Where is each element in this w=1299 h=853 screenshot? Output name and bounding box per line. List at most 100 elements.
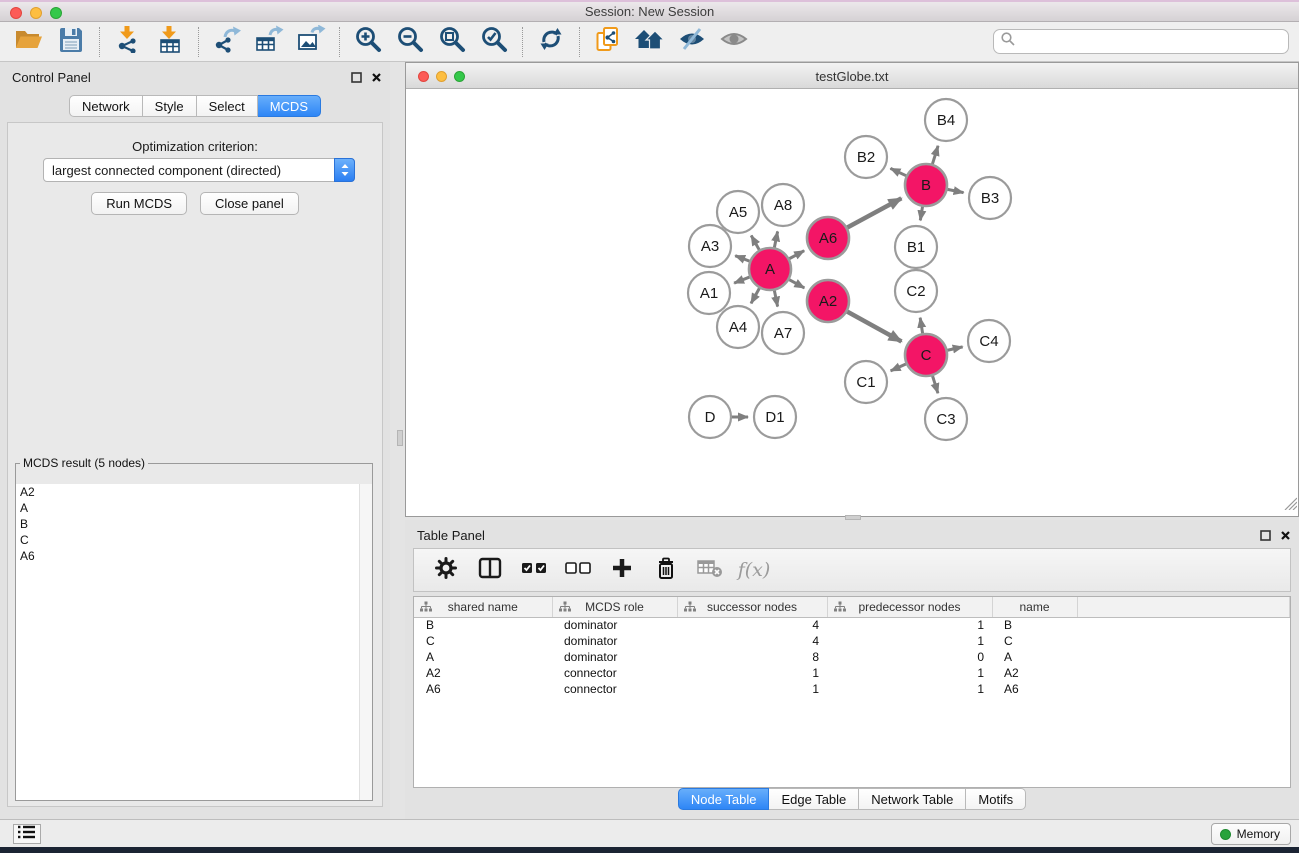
node-C3[interactable]: C3 bbox=[925, 398, 967, 440]
delete-table-button[interactable] bbox=[688, 552, 732, 588]
table-row[interactable]: Adominator80A bbox=[414, 649, 1290, 665]
cell-mcds-role[interactable]: dominator bbox=[552, 617, 677, 633]
vertical-splitter-handle[interactable] bbox=[397, 430, 403, 446]
tab-mcds[interactable]: MCDS bbox=[258, 95, 321, 117]
show-details-button[interactable] bbox=[713, 25, 755, 59]
tab-network-table[interactable]: Network Table bbox=[859, 788, 966, 810]
import-network-button[interactable] bbox=[107, 25, 149, 59]
table-row[interactable]: A6connector11A6 bbox=[414, 681, 1290, 697]
mcds-list-scrollbar[interactable] bbox=[359, 484, 372, 800]
table-row[interactable]: Cdominator41C bbox=[414, 633, 1290, 649]
cell-predecessor-nodes[interactable]: 0 bbox=[827, 649, 992, 665]
tab-network[interactable]: Network bbox=[69, 95, 143, 117]
node-A1[interactable]: A1 bbox=[688, 272, 730, 314]
edge-A-A3[interactable] bbox=[735, 256, 749, 261]
node-A4[interactable]: A4 bbox=[717, 306, 759, 348]
deselect-all-columns-button[interactable] bbox=[556, 552, 600, 588]
column-header-predecessor-nodes[interactable]: predecessor nodes bbox=[827, 597, 992, 617]
node-B2[interactable]: B2 bbox=[845, 136, 887, 178]
edge-C-C1[interactable] bbox=[891, 364, 906, 371]
cell-name[interactable]: A2 bbox=[992, 665, 1077, 681]
close-panel-icon[interactable] bbox=[1280, 528, 1291, 546]
node-C1[interactable]: C1 bbox=[845, 361, 887, 403]
tab-select[interactable]: Select bbox=[197, 95, 258, 117]
cell-successor-nodes[interactable]: 4 bbox=[677, 633, 827, 649]
column-header-shared-name[interactable]: shared name bbox=[414, 597, 552, 617]
float-panel-icon[interactable] bbox=[1260, 528, 1271, 546]
cell-name[interactable]: C bbox=[992, 633, 1077, 649]
cell-mcds-role[interactable]: connector bbox=[552, 665, 677, 681]
cell-mcds-role[interactable]: connector bbox=[552, 681, 677, 697]
node-C[interactable]: C bbox=[905, 334, 947, 376]
edge-A2-C[interactable] bbox=[847, 312, 901, 342]
search-field[interactable] bbox=[993, 29, 1289, 54]
node-B3[interactable]: B3 bbox=[969, 177, 1011, 219]
float-panel-icon[interactable] bbox=[351, 70, 362, 88]
create-column-button[interactable] bbox=[600, 552, 644, 588]
cell-name[interactable]: A6 bbox=[992, 681, 1077, 697]
close-panel-icon[interactable] bbox=[371, 70, 382, 88]
cell-predecessor-nodes[interactable]: 1 bbox=[827, 665, 992, 681]
cell-mcds-role[interactable]: dominator bbox=[552, 633, 677, 649]
edge-C-C2[interactable] bbox=[920, 318, 922, 334]
show-columns-button[interactable] bbox=[468, 552, 512, 588]
edge-A-A1[interactable] bbox=[734, 277, 749, 283]
tab-motifs[interactable]: Motifs bbox=[966, 788, 1026, 810]
table-row[interactable]: A2connector11A2 bbox=[414, 665, 1290, 681]
node-B4[interactable]: B4 bbox=[925, 99, 967, 141]
edge-B-B2[interactable] bbox=[890, 168, 906, 175]
node-A7[interactable]: A7 bbox=[762, 312, 804, 354]
cell-mcds-role[interactable]: dominator bbox=[552, 649, 677, 665]
import-table-button[interactable] bbox=[149, 25, 191, 59]
edge-C-C4[interactable] bbox=[947, 347, 962, 350]
export-image-button[interactable] bbox=[290, 25, 332, 59]
run-mcds-button[interactable]: Run MCDS bbox=[91, 192, 187, 215]
home-neighbors-button[interactable] bbox=[629, 25, 671, 59]
optimization-criterion-select[interactable]: largest connected component (directed) bbox=[43, 158, 355, 182]
zoom-out-button[interactable] bbox=[389, 25, 431, 59]
node-A8[interactable]: A8 bbox=[762, 184, 804, 226]
apply-layout-button[interactable] bbox=[530, 25, 572, 59]
mcds-result-item[interactable]: C bbox=[16, 532, 372, 548]
export-table-button[interactable] bbox=[248, 25, 290, 59]
edge-B-B3[interactable] bbox=[948, 189, 964, 192]
edge-A-A4[interactable] bbox=[751, 288, 759, 303]
search-input[interactable] bbox=[1016, 34, 1282, 49]
edge-A-A8[interactable] bbox=[774, 231, 777, 247]
network-canvas[interactable]: AA1A2A3A4A5A6A7A8BB1B2B3B4CC1C2C3C4DD1 bbox=[406, 89, 1298, 516]
task-history-button[interactable] bbox=[13, 824, 41, 844]
tab-node-table[interactable]: Node Table bbox=[678, 788, 770, 810]
node-B[interactable]: B bbox=[905, 164, 947, 206]
node-A2[interactable]: A2 bbox=[807, 280, 849, 322]
export-network-button[interactable] bbox=[206, 25, 248, 59]
edge-A-A2[interactable] bbox=[789, 280, 804, 288]
edge-B-B1[interactable] bbox=[920, 207, 922, 221]
node-A[interactable]: A bbox=[749, 248, 791, 290]
cell-successor-nodes[interactable]: 1 bbox=[677, 681, 827, 697]
mcds-result-item[interactable]: A2 bbox=[16, 484, 372, 500]
zoom-in-button[interactable] bbox=[347, 25, 389, 59]
memory-button[interactable]: Memory bbox=[1211, 823, 1291, 845]
tab-edge-table[interactable]: Edge Table bbox=[769, 788, 859, 810]
network-window-titlebar[interactable]: testGlobe.txt bbox=[406, 63, 1298, 89]
cell-shared-name[interactable]: A bbox=[414, 649, 552, 665]
cell-successor-nodes[interactable]: 4 bbox=[677, 617, 827, 633]
tab-style[interactable]: Style bbox=[143, 95, 197, 117]
select-all-columns-button[interactable] bbox=[512, 552, 556, 588]
edge-A-A6[interactable] bbox=[789, 251, 804, 259]
zoom-selected-button[interactable] bbox=[473, 25, 515, 59]
edge-A-A5[interactable] bbox=[751, 236, 759, 250]
node-D1[interactable]: D1 bbox=[754, 396, 796, 438]
table-settings-button[interactable] bbox=[424, 552, 468, 588]
open-session-button[interactable] bbox=[8, 25, 50, 59]
node-B1[interactable]: B1 bbox=[895, 226, 937, 268]
column-header-successor-nodes[interactable]: successor nodes bbox=[677, 597, 827, 617]
node-D[interactable]: D bbox=[689, 396, 731, 438]
node-A5[interactable]: A5 bbox=[717, 191, 759, 233]
close-panel-button[interactable]: Close panel bbox=[200, 192, 299, 215]
node-C2[interactable]: C2 bbox=[895, 270, 937, 312]
delete-column-button[interactable] bbox=[644, 552, 688, 588]
node-A6[interactable]: A6 bbox=[807, 217, 849, 259]
column-header-name[interactable]: name bbox=[992, 597, 1077, 617]
column-header-mcds-role[interactable]: MCDS role bbox=[552, 597, 677, 617]
